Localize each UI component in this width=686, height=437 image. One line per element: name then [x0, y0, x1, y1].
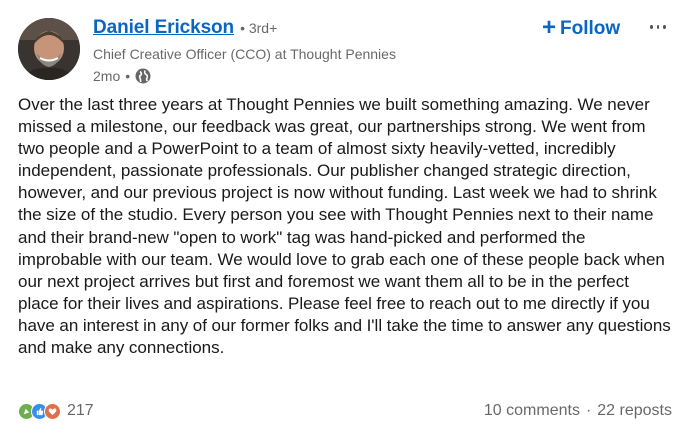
reaction-count: 217	[67, 402, 94, 419]
meta-separator: •	[125, 68, 131, 84]
feed-post-card: Daniel Erickson • 3rd+ Chief Creative Of…	[0, 0, 686, 437]
reposts-count[interactable]: 22 reposts	[597, 402, 672, 420]
follow-label: Follow	[560, 18, 621, 39]
love-icon	[44, 402, 61, 420]
plus-icon: +	[542, 13, 557, 41]
social-counts: 217 10 comments · 22 reposts	[18, 400, 672, 422]
profile-avatar[interactable]	[18, 18, 80, 80]
reactions-summary[interactable]: 217	[18, 402, 94, 420]
reaction-icons	[18, 402, 61, 420]
comments-reposts: 10 comments · 22 reposts	[484, 402, 672, 420]
actor-name-link[interactable]: Daniel Erickson	[93, 17, 234, 39]
follow-button[interactable]: + Follow	[538, 14, 624, 44]
connection-degree: • 3rd+	[240, 20, 278, 36]
post-body-text: Over the last three years at Thought Pen…	[18, 95, 671, 358]
actor-name-row: Daniel Erickson • 3rd+	[93, 17, 566, 43]
separator-dot: ·	[585, 402, 592, 419]
post-timestamp[interactable]: 2mo	[93, 68, 120, 84]
actor-headline: Chief Creative Officer (CCO) at Thought …	[93, 46, 396, 62]
more-dots-icon	[650, 25, 653, 29]
comments-count[interactable]: 10 comments	[484, 402, 580, 420]
more-dots-icon	[656, 25, 660, 29]
post-meta: 2mo •	[93, 66, 566, 86]
more-options-button[interactable]	[644, 14, 672, 40]
avatar-photo	[18, 18, 80, 80]
actor-info: Daniel Erickson • 3rd+ Chief Creative Of…	[93, 17, 566, 86]
globe-icon	[135, 68, 151, 84]
more-dots-icon	[663, 25, 667, 29]
